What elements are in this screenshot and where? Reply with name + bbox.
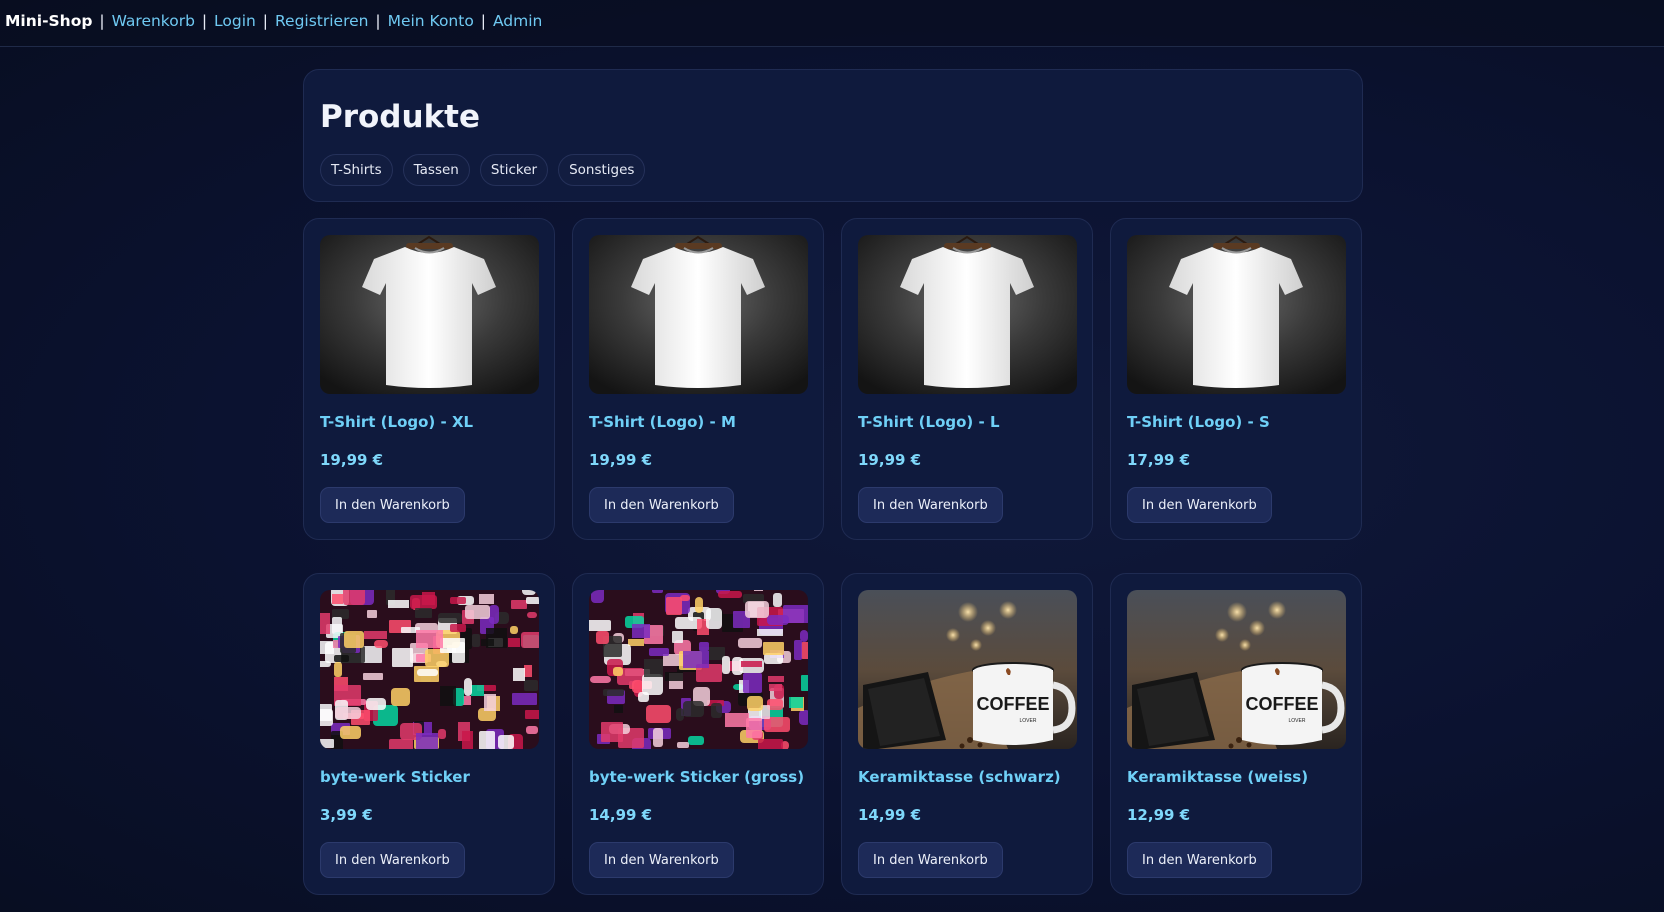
product-card: T-Shirt (Logo) - S 17,99 € In den Warenkor… (1110, 218, 1362, 540)
add-to-cart-button[interactable]: In den Warenkorb (589, 842, 734, 878)
svg-text:LOVER: LOVER (1289, 718, 1306, 724)
product-price: 19,99 € (589, 451, 653, 469)
add-to-cart-button[interactable]: In den Warenkorb (858, 842, 1003, 878)
mug-image[interactable]: COFFEE LOVER (858, 590, 1077, 749)
category-chip-tshirts[interactable]: T-Shirts (320, 154, 393, 187)
product-card: COFFEE LOVER Keramiktasse (weiss) 12,99 €… (1110, 573, 1362, 895)
sticker-image[interactable] (320, 590, 539, 749)
nav-link-login[interactable]: Login (214, 12, 256, 30)
product-price: 14,99 € (858, 806, 922, 824)
category-chip-tassen[interactable]: Tassen (402, 154, 470, 187)
nav-link-admin[interactable]: Admin (493, 12, 542, 30)
tshirt-image[interactable] (858, 235, 1077, 394)
svg-text:COFFEE: COFFEE (976, 694, 1049, 714)
svg-text:COFFEE: COFFEE (1245, 694, 1318, 714)
main-content: Produkte T-Shirts Tassen Sticker Sonstig… (303, 69, 1363, 895)
product-card: T-Shirt (Logo) - XL 19,99 € In den Warenko… (303, 218, 555, 540)
category-chip-sonstiges[interactable]: Sonstiges (558, 154, 646, 187)
tshirt-image[interactable] (1127, 235, 1346, 394)
nav-link-warenkorb[interactable]: Warenkorb (112, 12, 195, 30)
nav-separator: | (99, 12, 105, 30)
product-price: 19,99 € (320, 451, 384, 469)
product-name[interactable]: T-Shirt (Logo) - L (858, 413, 1076, 431)
nav-link-mein-konto[interactable]: Mein Konto (388, 12, 474, 30)
product-name[interactable]: byte-werk Sticker (320, 768, 538, 786)
brand-link[interactable]: Mini-Shop (5, 12, 92, 30)
product-card: byte-werk Sticker (gross) 14,99 € In den W… (572, 573, 824, 895)
product-price: 12,99 € (1127, 806, 1191, 824)
product-name[interactable]: Keramiktasse (weiss) (1127, 768, 1345, 786)
mug-image[interactable]: COFFEE LOVER (1127, 590, 1346, 749)
add-to-cart-button[interactable]: In den Warenkorb (320, 842, 465, 878)
product-name[interactable]: Keramiktasse (schwarz) (858, 768, 1076, 786)
nav-separator: | (375, 12, 381, 30)
product-card: byte-werk Sticker 3,99 € In den Warenkorb (303, 573, 555, 895)
add-to-cart-button[interactable]: In den Warenkorb (1127, 487, 1272, 523)
category-chip-sticker[interactable]: Sticker (479, 154, 549, 187)
product-name[interactable]: T-Shirt (Logo) - M (589, 413, 807, 431)
product-name[interactable]: T-Shirt (Logo) - XL (320, 413, 538, 431)
svg-text:LOVER: LOVER (1020, 718, 1037, 724)
product-card: COFFEE LOVER Keramiktasse (schwarz) 14,99… (841, 573, 1093, 895)
tshirt-image[interactable] (589, 235, 808, 394)
product-price: 14,99 € (589, 806, 653, 824)
nav-separator: | (262, 12, 269, 30)
top-navigation: Mini-Shop | Warenkorb | Login | Registri… (0, 0, 1664, 47)
product-price: 3,99 € (320, 806, 373, 824)
add-to-cart-button[interactable]: In den Warenkorb (320, 487, 465, 523)
page-title: Produkte (320, 99, 481, 135)
products-header-card: Produkte T-Shirts Tassen Sticker Sonstig… (303, 69, 1363, 202)
product-price: 19,99 € (858, 451, 922, 469)
product-price: 17,99 € (1127, 451, 1191, 469)
product-card: T-Shirt (Logo) - L 19,99 € In den Warenkor… (841, 218, 1093, 540)
product-name[interactable]: T-Shirt (Logo) - S (1127, 413, 1345, 431)
nav-link-registrieren[interactable]: Registrieren (275, 12, 369, 30)
nav-separator: | (480, 12, 486, 30)
add-to-cart-button[interactable]: In den Warenkorb (1127, 842, 1272, 878)
product-card: T-Shirt (Logo) - M 19,99 € In den Warenkor… (572, 218, 824, 540)
nav-separator: | (201, 12, 208, 30)
add-to-cart-button[interactable]: In den Warenkorb (589, 487, 734, 523)
add-to-cart-button[interactable]: In den Warenkorb (858, 487, 1003, 523)
category-filter: T-Shirts Tassen Sticker Sonstiges (320, 154, 1346, 187)
tshirt-image[interactable] (320, 235, 539, 394)
sticker-image[interactable] (589, 590, 808, 749)
product-name[interactable]: byte-werk Sticker (gross) (589, 768, 807, 786)
product-grid: T-Shirt (Logo) - XL 19,99 € In den Warenko… (303, 218, 1363, 895)
